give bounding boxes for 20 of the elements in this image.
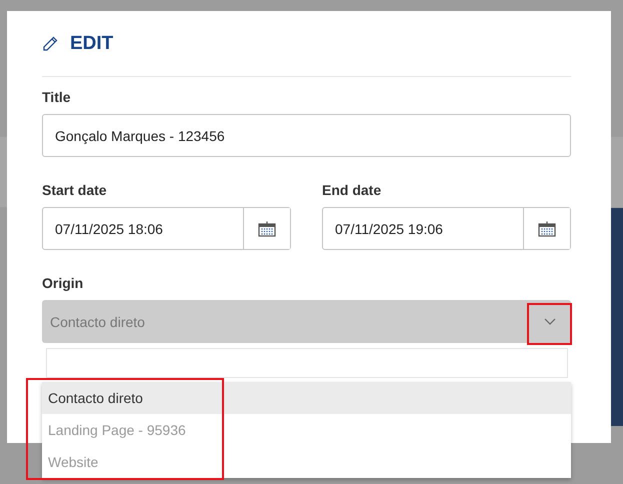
chevron-icon [544, 318, 556, 325]
calendar-button[interactable] [243, 208, 290, 249]
dialog-title: EDIT [70, 33, 114, 55]
search-field[interactable] [46, 348, 568, 378]
field-label: Origin [42, 275, 84, 291]
title-field[interactable]: Gonçalo Marques - 123456 [42, 114, 571, 157]
select-value: Contacto direto [50, 314, 145, 330]
option-item[interactable]: Contacto direto [42, 382, 571, 414]
date-value: 07/11/2025 18:06 [54, 220, 164, 238]
calendar-icon [258, 220, 276, 236]
highlight-frame [527, 303, 572, 345]
pencil-icon [42, 36, 58, 52]
field-label: Start date [42, 182, 108, 198]
date-field[interactable]: 07/11/2025 18:06 [42, 207, 291, 250]
field-label: End date [322, 182, 382, 198]
field-label: Title [42, 89, 72, 105]
calendar-button[interactable] [523, 208, 570, 249]
calendar-icon [538, 220, 556, 236]
date-field[interactable]: 07/11/2025 19:06 [322, 207, 571, 250]
date-value: 07/11/2025 19:06 [334, 220, 444, 238]
